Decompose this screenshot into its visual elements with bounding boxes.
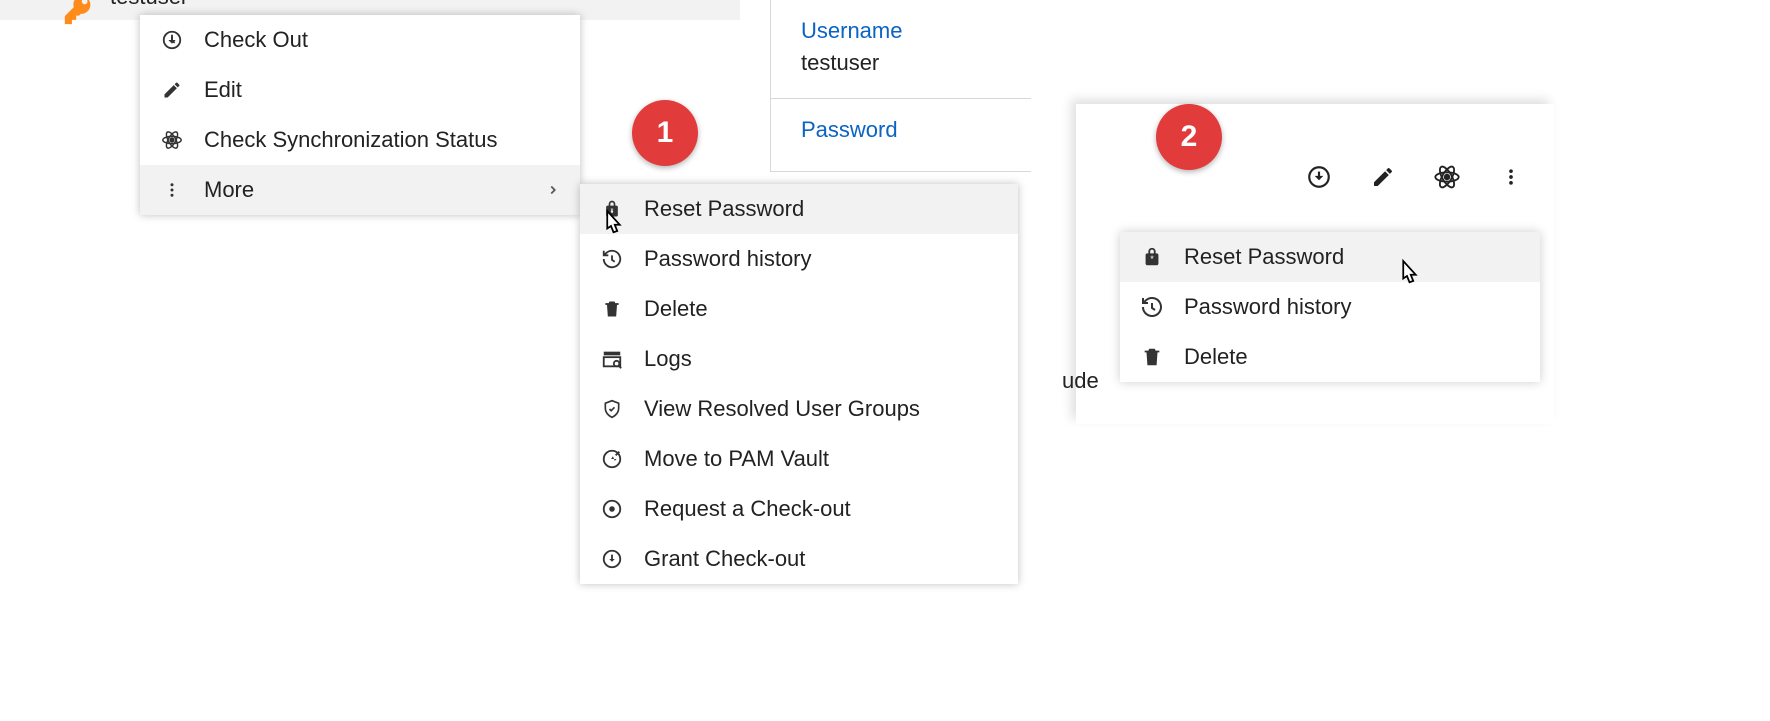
menu-label: View Resolved User Groups: [644, 396, 920, 422]
menu-label: Password history: [644, 246, 812, 272]
p2-delete[interactable]: Delete: [1120, 332, 1540, 382]
history-icon: [600, 248, 624, 270]
menu-sync-status[interactable]: Check Synchronization Status: [140, 115, 580, 165]
checkout-grant-icon: [600, 548, 624, 570]
submenu-reset-password[interactable]: * Reset Password: [580, 184, 1018, 234]
history-icon: [1140, 295, 1164, 319]
partial-text: ude: [1062, 368, 1099, 394]
more-vert-icon: [160, 181, 184, 199]
username-section: Username testuser: [771, 0, 1031, 99]
menu-label: Check Synchronization Status: [204, 127, 498, 153]
key-icon: [62, 0, 96, 27]
menu-label: Edit: [204, 77, 242, 103]
submenu-password-history[interactable]: Password history: [580, 234, 1018, 284]
menu-label: Check Out: [204, 27, 308, 53]
submenu-logs[interactable]: Logs: [580, 334, 1018, 384]
menu-label: Reset Password: [644, 196, 804, 222]
logs-icon: [600, 348, 624, 370]
toolbar-edit-button[interactable]: [1368, 162, 1398, 192]
menu-label: More: [204, 177, 254, 203]
more-submenu: * Reset Password Password history Delete…: [580, 184, 1018, 584]
context-menu: Check Out Edit Check Synchronization Sta…: [140, 15, 580, 215]
menu-edit[interactable]: Edit: [140, 65, 580, 115]
row-username: testuser: [110, 0, 188, 10]
menu-label: Request a Check-out: [644, 496, 851, 522]
username-label: Username: [801, 18, 1001, 44]
atom-icon: [160, 129, 184, 151]
step-badge-2: 2: [1156, 104, 1222, 170]
menu-check-out[interactable]: Check Out: [140, 15, 580, 65]
submenu-request-checkout[interactable]: Request a Check-out: [580, 484, 1018, 534]
toolbar-checkout-button[interactable]: [1304, 162, 1334, 192]
step-number: 1: [657, 116, 674, 150]
menu-label: Grant Check-out: [644, 546, 805, 572]
checkout-icon: [160, 29, 184, 51]
toolbar-sync-button[interactable]: [1432, 162, 1462, 192]
step-number: 2: [1181, 120, 1198, 154]
toolbar-more-button[interactable]: [1496, 162, 1526, 192]
vault-icon: [600, 448, 624, 470]
submenu-view-groups[interactable]: View Resolved User Groups: [580, 384, 1018, 434]
submenu-delete[interactable]: Delete: [580, 284, 1018, 334]
shield-check-icon: [600, 398, 624, 420]
checkout-request-icon: [600, 498, 624, 520]
submenu-grant-checkout[interactable]: Grant Check-out: [580, 534, 1018, 584]
chevron-right-icon: [546, 183, 560, 197]
password-label: Password: [801, 117, 1001, 143]
menu-label: Move to PAM Vault: [644, 446, 829, 472]
step-badge-1: 1: [632, 100, 698, 166]
trash-icon: [600, 299, 624, 319]
menu-label: Delete: [1184, 344, 1248, 370]
toolbar: [1304, 162, 1526, 192]
p2-password-history[interactable]: Password history: [1120, 282, 1540, 332]
panel2-menu: * Reset Password Password history Delete: [1120, 232, 1540, 382]
submenu-move-vault[interactable]: Move to PAM Vault: [580, 434, 1018, 484]
username-value: testuser: [801, 50, 1001, 76]
p2-reset-password[interactable]: * Reset Password: [1120, 232, 1540, 282]
password-section: Password: [771, 99, 1031, 172]
details-pane: Username testuser Password: [770, 0, 1031, 172]
menu-label: Reset Password: [1184, 244, 1344, 270]
svg-text:*: *: [1150, 254, 1154, 264]
svg-text:*: *: [611, 206, 614, 215]
trash-icon: [1140, 346, 1164, 368]
menu-label: Logs: [644, 346, 692, 372]
lock-icon: *: [1140, 246, 1164, 268]
lock-icon: *: [600, 199, 624, 219]
menu-label: Delete: [644, 296, 708, 322]
pencil-icon: [160, 80, 184, 100]
menu-more[interactable]: More: [140, 165, 580, 215]
menu-label: Password history: [1184, 294, 1352, 320]
